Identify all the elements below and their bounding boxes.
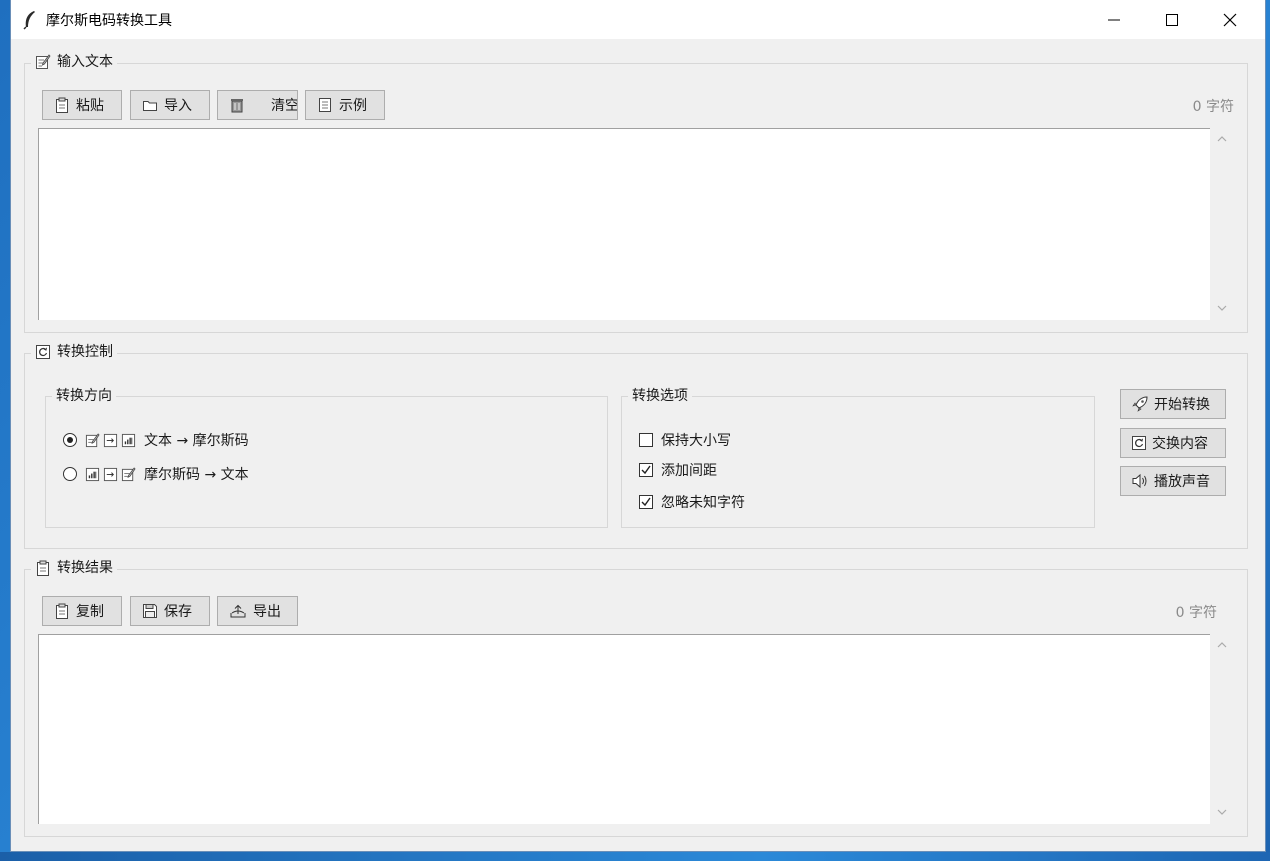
trash-icon bbox=[231, 99, 243, 113]
scroll-up-icon bbox=[1217, 642, 1227, 648]
minimize-button[interactable] bbox=[1085, 0, 1143, 39]
radio-morse-to-text[interactable] bbox=[63, 467, 77, 481]
signal-icon bbox=[121, 433, 136, 447]
memo-icon bbox=[85, 432, 100, 447]
add-spacing-label: 添加间距 bbox=[661, 463, 717, 479]
example-label: 示例 bbox=[339, 98, 367, 114]
right-arrow-icon bbox=[103, 467, 118, 481]
direction-option1-label: 文本 → 摩尔斯码 bbox=[144, 433, 249, 449]
memo-icon bbox=[36, 54, 51, 69]
signal-icon bbox=[85, 467, 100, 481]
rocket-icon bbox=[1132, 396, 1148, 412]
conversion-result-legend: 转换结果 bbox=[31, 559, 117, 577]
input-text-group: 输入文本 粘贴 导入 清空 示例 0 字符 bbox=[24, 53, 1248, 333]
copy-label: 复制 bbox=[76, 604, 104, 620]
checkmark-icon bbox=[641, 465, 651, 475]
window-title: 摩尔斯电码转换工具 bbox=[46, 13, 172, 29]
clipboard-icon bbox=[56, 603, 68, 619]
clear-label: 清空 bbox=[271, 98, 298, 114]
speaker-icon bbox=[1132, 473, 1147, 489]
play-sound-button[interactable]: 播放声音 bbox=[1120, 466, 1226, 496]
paste-button[interactable]: 粘贴 bbox=[42, 90, 122, 120]
close-icon bbox=[1223, 13, 1237, 27]
direction-group: 转换方向 文本 → 摩尔斯码 摩尔斯码 → 文本 bbox=[45, 387, 608, 528]
feather-icon bbox=[23, 11, 35, 30]
checkbox-add-spacing[interactable] bbox=[639, 463, 653, 477]
result-char-count: 0 字符 bbox=[1175, 605, 1217, 621]
desktop-background bbox=[0, 852, 1270, 861]
play-sound-label: 播放声音 bbox=[1154, 474, 1210, 490]
keep-case-label: 保持大小写 bbox=[661, 433, 731, 449]
checkmark-icon bbox=[641, 497, 651, 507]
option-ignore-unknown[interactable]: 忽略未知字符 bbox=[639, 492, 745, 512]
option-keep-case[interactable]: 保持大小写 bbox=[639, 430, 731, 450]
input-text-legend: 输入文本 bbox=[31, 53, 117, 71]
right-arrow-icon bbox=[103, 433, 118, 447]
result-textarea[interactable] bbox=[38, 634, 1210, 824]
input-char-count: 0 字符 bbox=[1192, 99, 1234, 115]
maximize-icon bbox=[1166, 14, 1178, 26]
conversion-result-group: 转换结果 复制 保存 导出 0 字符 bbox=[24, 559, 1248, 837]
direction-text-to-morse[interactable]: 文本 → 摩尔斯码 bbox=[63, 430, 249, 450]
scroll-down-icon bbox=[1217, 809, 1227, 815]
radio-text-to-morse[interactable] bbox=[63, 433, 77, 447]
ignore-unknown-label: 忽略未知字符 bbox=[661, 495, 745, 511]
refresh-icon bbox=[36, 345, 50, 359]
conversion-control-title: 转换控制 bbox=[57, 344, 113, 360]
copy-button[interactable]: 复制 bbox=[42, 596, 122, 626]
example-button[interactable]: 示例 bbox=[305, 90, 385, 120]
clipboard-icon bbox=[56, 97, 68, 113]
paste-label: 粘贴 bbox=[76, 98, 104, 114]
folder-icon bbox=[143, 101, 157, 111]
scroll-down-icon bbox=[1217, 305, 1227, 311]
maximize-button[interactable] bbox=[1143, 0, 1201, 39]
refresh-icon bbox=[1132, 436, 1146, 450]
input-text-title: 输入文本 bbox=[57, 54, 113, 70]
options-group: 转换选项 保持大小写 添加间距 忽略未知字符 bbox=[621, 387, 1095, 528]
title-bar[interactable]: 摩尔斯电码转换工具 bbox=[11, 0, 1265, 39]
document-icon bbox=[319, 98, 331, 112]
direction-legend: 转换方向 bbox=[52, 387, 116, 405]
clipboard-icon bbox=[37, 560, 49, 576]
result-scrollbar[interactable] bbox=[1210, 634, 1234, 824]
import-label: 导入 bbox=[164, 98, 192, 114]
save-button[interactable]: 保存 bbox=[130, 596, 210, 626]
conversion-control-group: 转换控制 转换方向 文本 → 摩尔斯码 摩尔斯码 → 文本 转换选项 保持大小写… bbox=[24, 343, 1248, 549]
upload-tray-icon bbox=[230, 604, 246, 618]
export-button[interactable]: 导出 bbox=[217, 596, 298, 626]
save-label: 保存 bbox=[164, 604, 192, 620]
conversion-control-legend: 转换控制 bbox=[31, 343, 117, 361]
close-button[interactable] bbox=[1201, 0, 1259, 39]
memo-icon bbox=[121, 466, 136, 481]
app-window: 摩尔斯电码转换工具 输入文本 粘贴 导入 清空 示例 0 字符 转换控制 转换方… bbox=[10, 0, 1266, 852]
conversion-result-title: 转换结果 bbox=[57, 560, 113, 576]
swap-content-button[interactable]: 交换内容 bbox=[1120, 428, 1226, 458]
start-convert-label: 开始转换 bbox=[1154, 397, 1210, 413]
input-textarea[interactable] bbox=[38, 128, 1210, 320]
checkbox-keep-case[interactable] bbox=[639, 433, 653, 447]
direction-morse-to-text[interactable]: 摩尔斯码 → 文本 bbox=[63, 464, 249, 484]
export-label: 导出 bbox=[253, 604, 281, 620]
checkbox-ignore-unknown[interactable] bbox=[639, 495, 653, 509]
start-convert-button[interactable]: 开始转换 bbox=[1120, 389, 1226, 419]
option-add-spacing[interactable]: 添加间距 bbox=[639, 460, 717, 480]
scroll-up-icon bbox=[1217, 136, 1227, 142]
import-button[interactable]: 导入 bbox=[130, 90, 210, 120]
direction-option2-label: 摩尔斯码 → 文本 bbox=[144, 467, 249, 483]
clear-button[interactable]: 清空 bbox=[217, 90, 298, 120]
input-scrollbar[interactable] bbox=[1210, 128, 1234, 320]
minimize-icon bbox=[1108, 19, 1120, 21]
floppy-disk-icon bbox=[143, 604, 157, 618]
swap-content-label: 交换内容 bbox=[1152, 436, 1208, 452]
options-legend: 转换选项 bbox=[628, 387, 692, 405]
